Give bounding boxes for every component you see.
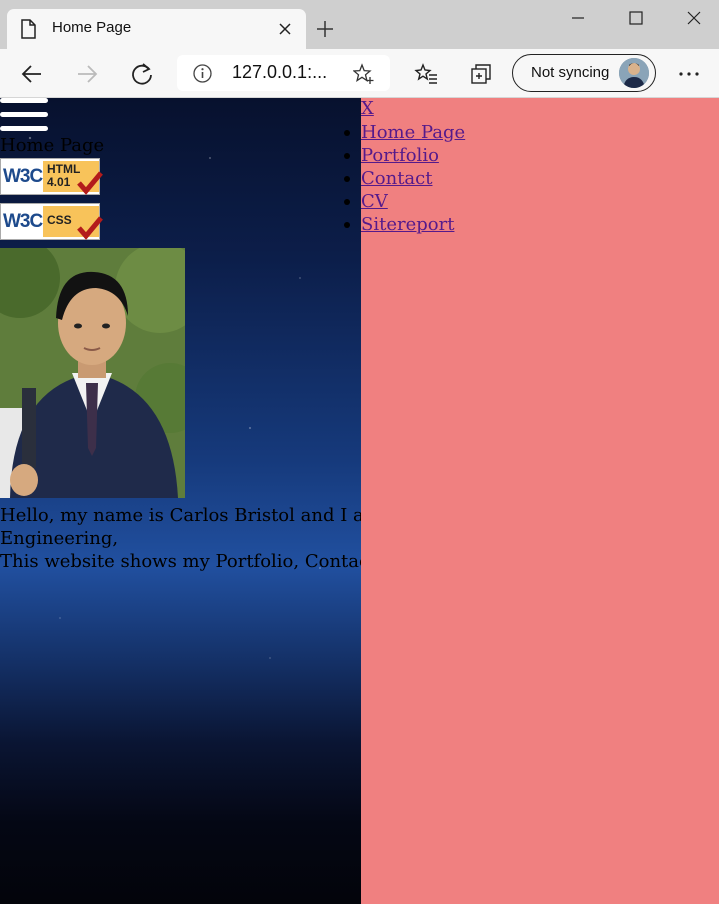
nav-item-sitereport: Sitereport	[343, 213, 465, 236]
tab-title: Home Page	[52, 19, 132, 36]
w3c-css-badge[interactable]: W3C CSS	[0, 203, 103, 240]
nav-link-contact[interactable]: Contact	[361, 168, 432, 189]
nav-link-home[interactable]: Home Page	[361, 122, 465, 143]
tab-strip: Home Page	[0, 0, 719, 49]
intro-text: Hello, my name is Carlos Bristol and I a…	[0, 505, 361, 572]
menu-icon[interactable]	[0, 98, 48, 138]
check-icon	[77, 171, 103, 195]
page-viewport: Home Page W3C HTML 4.01 W3C CSS Hello, m…	[0, 98, 719, 904]
profile-photo	[0, 248, 185, 498]
browser-toolbar: 127.0.0.1:... Not syncing	[0, 49, 719, 98]
nav-link-cv[interactable]: CV	[361, 191, 388, 212]
collections-icon[interactable]	[468, 61, 494, 87]
sync-status: Not syncing	[531, 64, 610, 81]
page-icon	[21, 19, 36, 39]
nav-list: Home Page Portfolio Contact CV Siterepor…	[343, 121, 465, 236]
forward-icon[interactable]	[74, 61, 100, 87]
avatar	[619, 58, 649, 88]
new-tab-icon[interactable]	[314, 18, 336, 40]
address-bar[interactable]: 127.0.0.1:...	[177, 55, 390, 91]
nav-item-portfolio: Portfolio	[343, 144, 465, 167]
nav-item-home: Home Page	[343, 121, 465, 144]
add-favorite-icon[interactable]	[353, 63, 375, 85]
favorites-icon[interactable]	[413, 61, 439, 87]
back-icon[interactable]	[19, 61, 45, 87]
refresh-icon[interactable]	[129, 61, 155, 87]
site-info-icon[interactable]	[193, 64, 212, 83]
close-menu-link[interactable]: X	[361, 98, 374, 119]
w3c-html-badge[interactable]: W3C HTML 4.01	[0, 158, 103, 195]
window-close-icon[interactable]	[684, 8, 704, 28]
nav-link-portfolio[interactable]: Portfolio	[361, 145, 439, 166]
minimize-icon[interactable]	[568, 8, 588, 28]
check-icon	[77, 216, 103, 240]
nav-link-sitereport[interactable]: Sitereport	[361, 214, 454, 235]
address-text: 127.0.0.1:...	[232, 62, 328, 82]
more-options-icon[interactable]	[676, 61, 702, 87]
browser-tab[interactable]: Home Page	[7, 9, 306, 49]
side-navigation: X Home Page Portfolio Contact CV Siterep…	[343, 98, 719, 904]
maximize-icon[interactable]	[626, 8, 646, 28]
nav-item-cv: CV	[343, 190, 465, 213]
profile-sync-button[interactable]: Not syncing	[512, 54, 656, 92]
page-title: Home Page	[0, 135, 105, 156]
nav-item-contact: Contact	[343, 167, 465, 190]
close-tab-icon[interactable]	[277, 21, 293, 37]
